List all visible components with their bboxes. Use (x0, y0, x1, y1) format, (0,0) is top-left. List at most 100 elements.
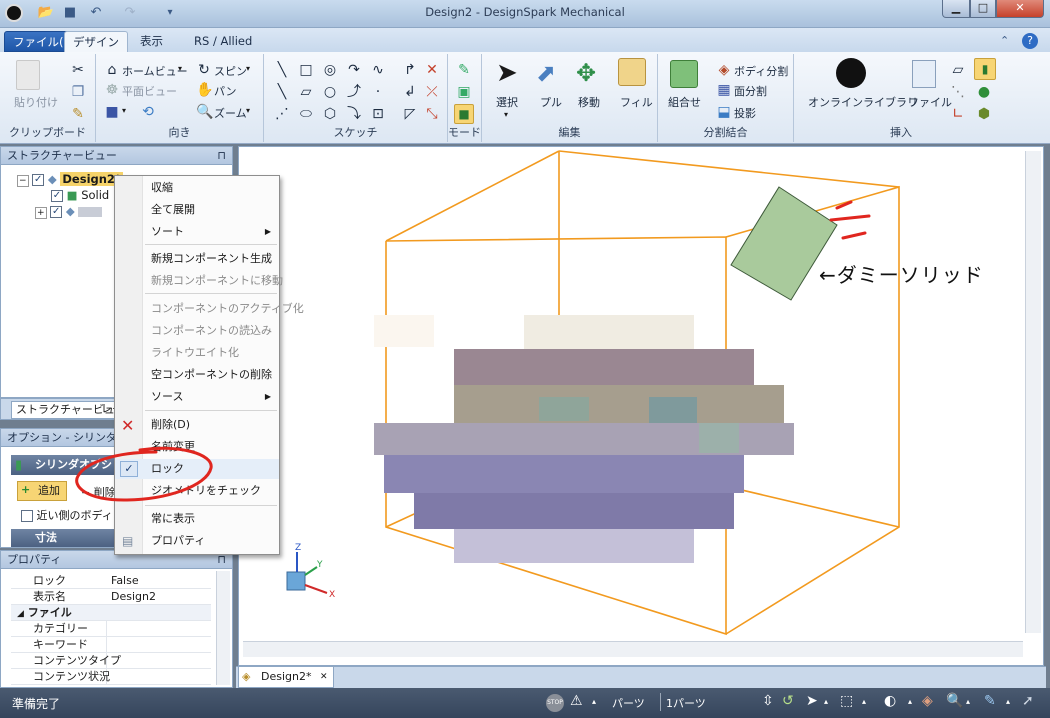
tab-view[interactable]: 表示 (132, 31, 171, 52)
tab-design[interactable]: デザイン (64, 31, 128, 52)
offset-icon[interactable]: ↱ (402, 62, 418, 78)
fill-button[interactable]: フィル (620, 94, 653, 110)
origin-icon[interactable]: ∟ (950, 106, 966, 122)
chevron-up-icon[interactable]: ▴ (1006, 697, 1010, 706)
prop-row-content-status[interactable]: コンテンツ状況 (11, 669, 211, 685)
prop-value[interactable]: Design2 (107, 590, 156, 603)
ribbon-collapse-icon[interactable]: ⌃ (1000, 34, 1009, 47)
box-select-icon[interactable]: ⬚ (840, 693, 853, 709)
close-tab-icon[interactable]: ✕ (320, 667, 328, 687)
warning-icon[interactable]: ⚠ (570, 693, 583, 709)
point-icon[interactable]: · (370, 84, 386, 100)
near-side-checkbox[interactable] (21, 510, 33, 522)
3d-viewport[interactable]: Z X Y ←ダミーソリッド (238, 146, 1044, 666)
stop-icon[interactable]: STOP (546, 694, 564, 712)
menu-item-source[interactable]: ソース ▶ (115, 387, 279, 407)
move-button[interactable]: 移動 (578, 94, 600, 110)
prop-row-display-name[interactable]: 表示名 Design2 (11, 589, 211, 605)
expand-icon[interactable]: + (35, 207, 47, 219)
collapse-icon[interactable]: ◢ (11, 609, 24, 619)
paste-button[interactable]: 貼り付け (14, 94, 58, 110)
insert-file-button[interactable]: ファイル (908, 94, 952, 110)
pin-icon[interactable]: ⊓ (217, 147, 226, 165)
menu-item-sort[interactable]: ソート ▶ (115, 222, 279, 242)
projection-icon[interactable]: ⊡ (370, 106, 386, 122)
select-button[interactable]: 選択 (496, 94, 518, 110)
sweep-arc-icon[interactable]: ⤵ (346, 106, 362, 122)
copy-icon[interactable]: ❐ (70, 84, 86, 100)
line-icon[interactable]: ╲ (274, 62, 290, 78)
chevron-up-icon[interactable]: ▴ (966, 697, 970, 706)
menu-item-expand-all[interactable]: 全て展開 (115, 200, 279, 220)
zoom-button[interactable]: ズーム (214, 105, 247, 121)
menu-item-new-component[interactable]: 新規コンポーネント生成 (115, 249, 279, 269)
maximize-button[interactable]: □ (970, 0, 996, 18)
format-painter-icon[interactable]: ✎ (70, 106, 86, 122)
visibility-checkbox[interactable]: ✓ (51, 189, 63, 202)
select-mode-icon[interactable]: ⇳ (762, 693, 774, 709)
pull-button[interactable]: プル (540, 94, 562, 110)
arrow-tool-icon[interactable]: ➚ (1022, 693, 1034, 709)
3d-mode-icon[interactable]: ■ (454, 104, 474, 124)
spline-icon[interactable]: ∿ (370, 62, 386, 78)
close-button[interactable]: ✕ (996, 0, 1044, 18)
visibility-checkbox[interactable]: ✓ (32, 173, 45, 186)
cut-icon[interactable]: ✂ (70, 62, 86, 78)
ellipse-icon[interactable]: ⬭ (298, 106, 314, 122)
tangent-arc-icon[interactable]: ⤴ (346, 84, 362, 100)
prop-row-content-type[interactable]: コンテンツタイプ (11, 653, 211, 669)
pointer-icon[interactable]: ➤ (806, 693, 818, 709)
three-point-circle-icon[interactable]: ○ (322, 84, 338, 100)
menu-item-delete[interactable]: 削除(D) (115, 415, 279, 435)
arc-icon[interactable]: ↷ (346, 62, 362, 78)
doc-tab-design2[interactable]: Design2* ✕ (238, 667, 335, 688)
display-style-icon[interactable]: ◐ (884, 693, 896, 709)
axis-icon[interactable]: ⋱ (950, 84, 966, 100)
cube-view-icon[interactable]: ■ (104, 104, 120, 120)
tree-row-solid[interactable]: ✓ ■ Solid (51, 187, 109, 203)
tree-solid-label[interactable]: Solid (81, 188, 109, 202)
spin-button[interactable]: スピン (214, 63, 247, 79)
split-face-button[interactable]: 面分割 (734, 83, 767, 99)
plane-icon[interactable]: ▱ (950, 62, 966, 78)
create-corner-icon[interactable]: ◸ (402, 106, 418, 122)
sketch-mode-icon[interactable]: ✎ (456, 62, 472, 78)
menu-item-properties[interactable]: プロパティ (115, 531, 279, 551)
chevron-up-icon[interactable]: ▴ (908, 697, 912, 706)
prop-row-keyword[interactable]: キーワード (11, 637, 211, 653)
chevron-down-icon[interactable]: ▾ (122, 106, 126, 115)
three-point-rect-icon[interactable]: ▱ (298, 84, 314, 100)
chevron-down-icon[interactable]: ▾ (178, 64, 182, 73)
viewport-vscrollbar[interactable] (1025, 151, 1041, 633)
online-library-button[interactable]: オンラインライブラリ (808, 94, 918, 110)
construction-line-icon[interactable]: ⋰ (274, 106, 290, 122)
help-icon[interactable]: ? (1022, 33, 1038, 49)
prop-section-file[interactable]: ◢ ファイル (11, 605, 211, 621)
view-orient-icon[interactable]: ⟲ (140, 104, 156, 120)
chevron-up-icon[interactable]: ▴ (592, 697, 596, 706)
prop-row-category[interactable]: カテゴリー (11, 621, 211, 637)
tangent-line-icon[interactable]: ╲ (274, 84, 290, 100)
plane-view-button[interactable]: 平面ビュー (122, 83, 177, 99)
pen-icon[interactable]: ✎ (984, 693, 996, 709)
collapse-icon[interactable]: − (17, 175, 29, 187)
split-body-button[interactable]: ボディ分割 (734, 63, 788, 79)
shell-icon[interactable]: ⬢ (976, 106, 992, 122)
chevron-down-icon[interactable]: ▾ (504, 110, 508, 119)
tab-rs-allied[interactable]: RS / Allied (186, 31, 260, 52)
minimize-button[interactable]: ▁ (942, 0, 970, 18)
zoom-status-icon[interactable]: 🔍 (946, 693, 963, 709)
combine-button[interactable]: 組合せ (668, 94, 701, 110)
chevron-down-icon[interactable]: ▾ (246, 64, 250, 73)
menu-item-activate-component[interactable]: コンポーネントのアクティブ化 (115, 299, 304, 319)
menu-item-delete-empty[interactable]: 空コンポーネントの削除 (115, 365, 279, 385)
scale-icon[interactable]: ⤡ (424, 106, 440, 122)
prop-value[interactable]: False (107, 574, 139, 587)
viewport-hscrollbar[interactable] (243, 641, 1023, 657)
menu-item-collapse[interactable]: 収縮 (115, 178, 279, 198)
selection-filter-label[interactable]: パーツ (612, 695, 645, 711)
sphere-icon[interactable]: ● (976, 84, 992, 100)
prop-row-lock[interactable]: ロック False (11, 573, 211, 589)
undo-history-icon[interactable]: ↺ (782, 693, 794, 709)
menu-item-lightweight[interactable]: ライトウエイト化 (115, 343, 279, 363)
